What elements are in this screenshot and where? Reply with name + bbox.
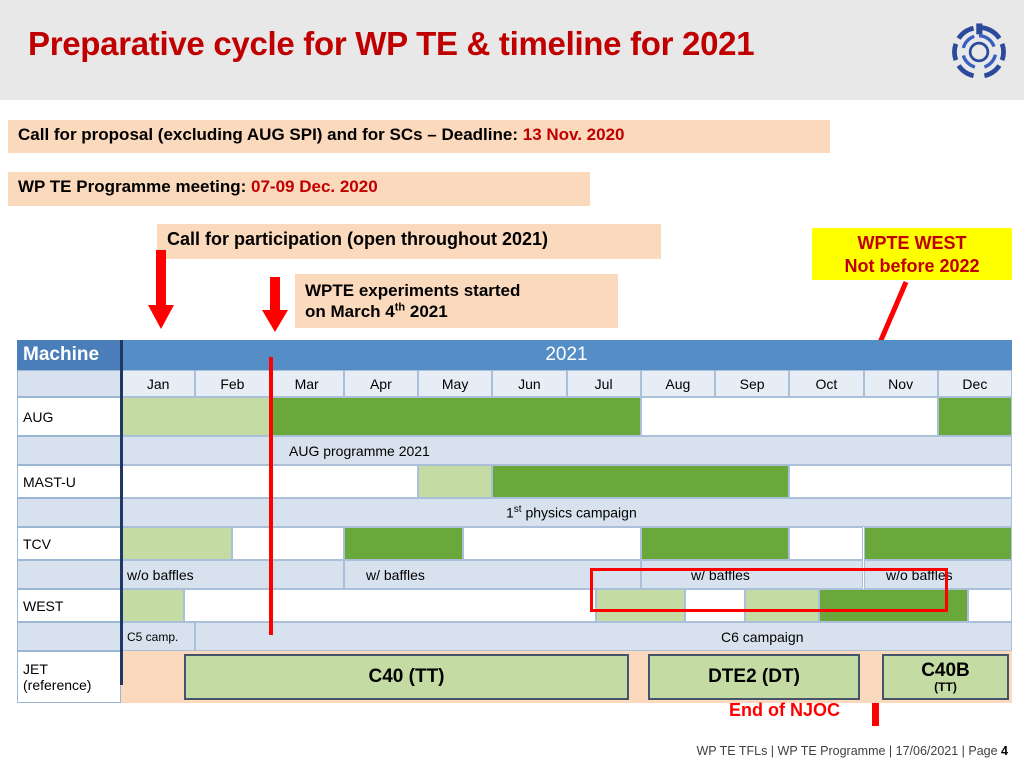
jet-box-c40b-label: C40B	[921, 659, 970, 681]
ordinal-suffix: th	[394, 301, 406, 314]
row-label-jet-line1: JET	[23, 660, 48, 677]
callout-experiments-line1: WPTE experiments started	[305, 281, 521, 300]
row-sublabel-left-tcv	[17, 560, 121, 589]
row-label-mast-u: MAST-U	[17, 465, 121, 498]
page-header: Preparative cycle for WP TE & timeline f…	[0, 0, 1024, 100]
bar-west-6	[967, 589, 1012, 622]
footer-part2: WP TE Programme | 17/06/2021 | Page	[777, 744, 1002, 758]
bar-mastu-1	[418, 465, 493, 498]
subcell-aug	[121, 436, 1012, 465]
header-machine-label: Machine	[17, 340, 121, 370]
month-header-feb: Feb	[195, 370, 270, 397]
jet-box-c40: C40 (TT)	[184, 654, 629, 700]
month-header-jun: Jun	[492, 370, 567, 397]
bar-west-1	[184, 589, 597, 622]
bar-tcv-0	[121, 527, 233, 560]
callout-proposal-deadline: 13 Nov. 2020	[522, 125, 625, 144]
row-track-aug	[121, 397, 1012, 436]
month-header-apr: Apr	[343, 370, 418, 397]
arrow-call-for-participation	[148, 250, 174, 329]
row-track-tcv	[121, 527, 1012, 560]
month-header-oct: Oct	[789, 370, 864, 397]
row-subtrack-west: C5 camp. C6 campaign	[121, 622, 1012, 651]
bar-tcv-5	[789, 527, 864, 560]
west-note-line1: WPTE WEST	[857, 233, 967, 253]
callout-experiments-line2-pre: on March 4	[305, 302, 395, 322]
row-sublabel-tcv-0: w/o baffles	[127, 566, 194, 583]
callout-meeting-text: WP TE Programme meeting:	[18, 177, 252, 196]
row-sublabel-left-aug	[17, 436, 121, 465]
row-label-jet: JET (reference)	[17, 651, 121, 703]
bar-tcv-4	[640, 527, 790, 560]
bar-mastu-2	[492, 465, 790, 498]
bar-tcv-2	[343, 527, 463, 560]
bar-tcv-6	[863, 527, 1012, 560]
month-header-nov: Nov	[863, 370, 938, 397]
footer-page-number: 4	[1001, 744, 1008, 758]
arrow-experiments-started	[262, 277, 288, 332]
month-header-aug: Aug	[640, 370, 715, 397]
callout-experiments-started: WPTE experiments started on March 4th 20…	[295, 274, 618, 328]
bar-west-0	[121, 589, 185, 622]
jet-box-dte2: DTE2 (DT)	[648, 654, 860, 700]
bar-tcv-3	[462, 527, 641, 560]
month-header-sep: Sep	[715, 370, 790, 397]
row-subtrack-aug: AUG programme 2021	[121, 436, 1012, 465]
row-sublabel-west-1: C6 campaign	[721, 628, 804, 645]
month-header-mar: Mar	[269, 370, 344, 397]
row-track-mast-u	[121, 465, 1012, 498]
jet-box-c40b-sub: (TT)	[934, 679, 957, 694]
footer-part1: WP TE TFLs |	[696, 744, 775, 758]
row-label-aug: AUG	[17, 397, 121, 436]
callout-experiments-line2: on March 4th 2021	[305, 301, 608, 322]
jet-box-dte2-label: DTE2 (DT)	[708, 666, 800, 688]
row-track-jet: C40 (TT) DTE2 (DT) C40B (TT)	[121, 651, 1012, 703]
month-header-jan: Jan	[121, 370, 196, 397]
bar-mastu-3	[789, 465, 1012, 498]
bar-aug-2	[640, 397, 938, 436]
month-header-dec: Dec	[937, 370, 1012, 397]
row-sublabel-left-west	[17, 622, 121, 651]
machine-column-separator	[120, 340, 123, 685]
row-label-tcv: TCV	[17, 527, 121, 560]
page-title: Preparative cycle for WP TE & timeline f…	[28, 25, 755, 62]
row-sublabel-mast-u: 1st physics campaign	[506, 498, 637, 527]
march-start-marker-line	[269, 357, 273, 635]
callout-programme-meeting: WP TE Programme meeting: 07-09 Dec. 2020	[8, 172, 590, 206]
header-blank-cell	[17, 370, 121, 397]
row-sublabel-tcv-1: w/ baffles	[366, 566, 425, 583]
bar-aug-1	[269, 397, 641, 436]
row-subtrack-mast-u: 1st physics campaign	[121, 498, 1012, 527]
sublabel-mastu-text: 1st physics campaign	[506, 504, 637, 521]
row-sublabel-left-mast-u	[17, 498, 121, 527]
bar-aug-0	[121, 397, 270, 436]
callout-participation-text: Call for participation (open throughout …	[167, 229, 549, 249]
header-year-label: 2021	[121, 340, 1012, 370]
row-label-west: WEST	[17, 589, 121, 622]
month-header-may: May	[418, 370, 493, 397]
bar-aug-3	[937, 397, 1012, 436]
eurofusion-logo	[952, 23, 1006, 79]
callout-call-for-participation: Call for participation (open throughout …	[157, 224, 661, 259]
callout-wpte-west-note: WPTE WEST Not before 2022	[812, 228, 1012, 280]
west-c6-highlight-box	[590, 568, 948, 612]
callout-call-for-proposal: Call for proposal (excluding AUG SPI) an…	[8, 120, 830, 153]
callout-meeting-date: 07-09 Dec. 2020	[251, 177, 378, 196]
slide-footer: WP TE TFLs | WP TE Programme | 17/06/202…	[0, 744, 1008, 758]
row-sublabel-aug: AUG programme 2021	[289, 442, 430, 459]
west-note-line2: Not before 2022	[844, 256, 980, 277]
callout-proposal-text: Call for proposal (excluding AUG SPI) an…	[18, 125, 523, 144]
jet-box-c40b: C40B (TT)	[882, 654, 1009, 700]
month-header-jul: Jul	[566, 370, 641, 397]
subcell-west-1	[195, 622, 1012, 651]
row-sublabel-west-0: C5 camp.	[127, 629, 179, 644]
timeline-gantt-chart: Machine 2021 Jan Feb Mar Apr May Jun Jul…	[17, 340, 1012, 703]
row-label-jet-line2: (reference)	[23, 677, 92, 693]
bar-tcv-1	[232, 527, 344, 560]
callout-experiments-line2-post: 2021	[405, 302, 448, 322]
jet-box-c40-label: C40 (TT)	[368, 666, 445, 688]
end-of-njoc-label: End of NJOC	[729, 700, 840, 720]
